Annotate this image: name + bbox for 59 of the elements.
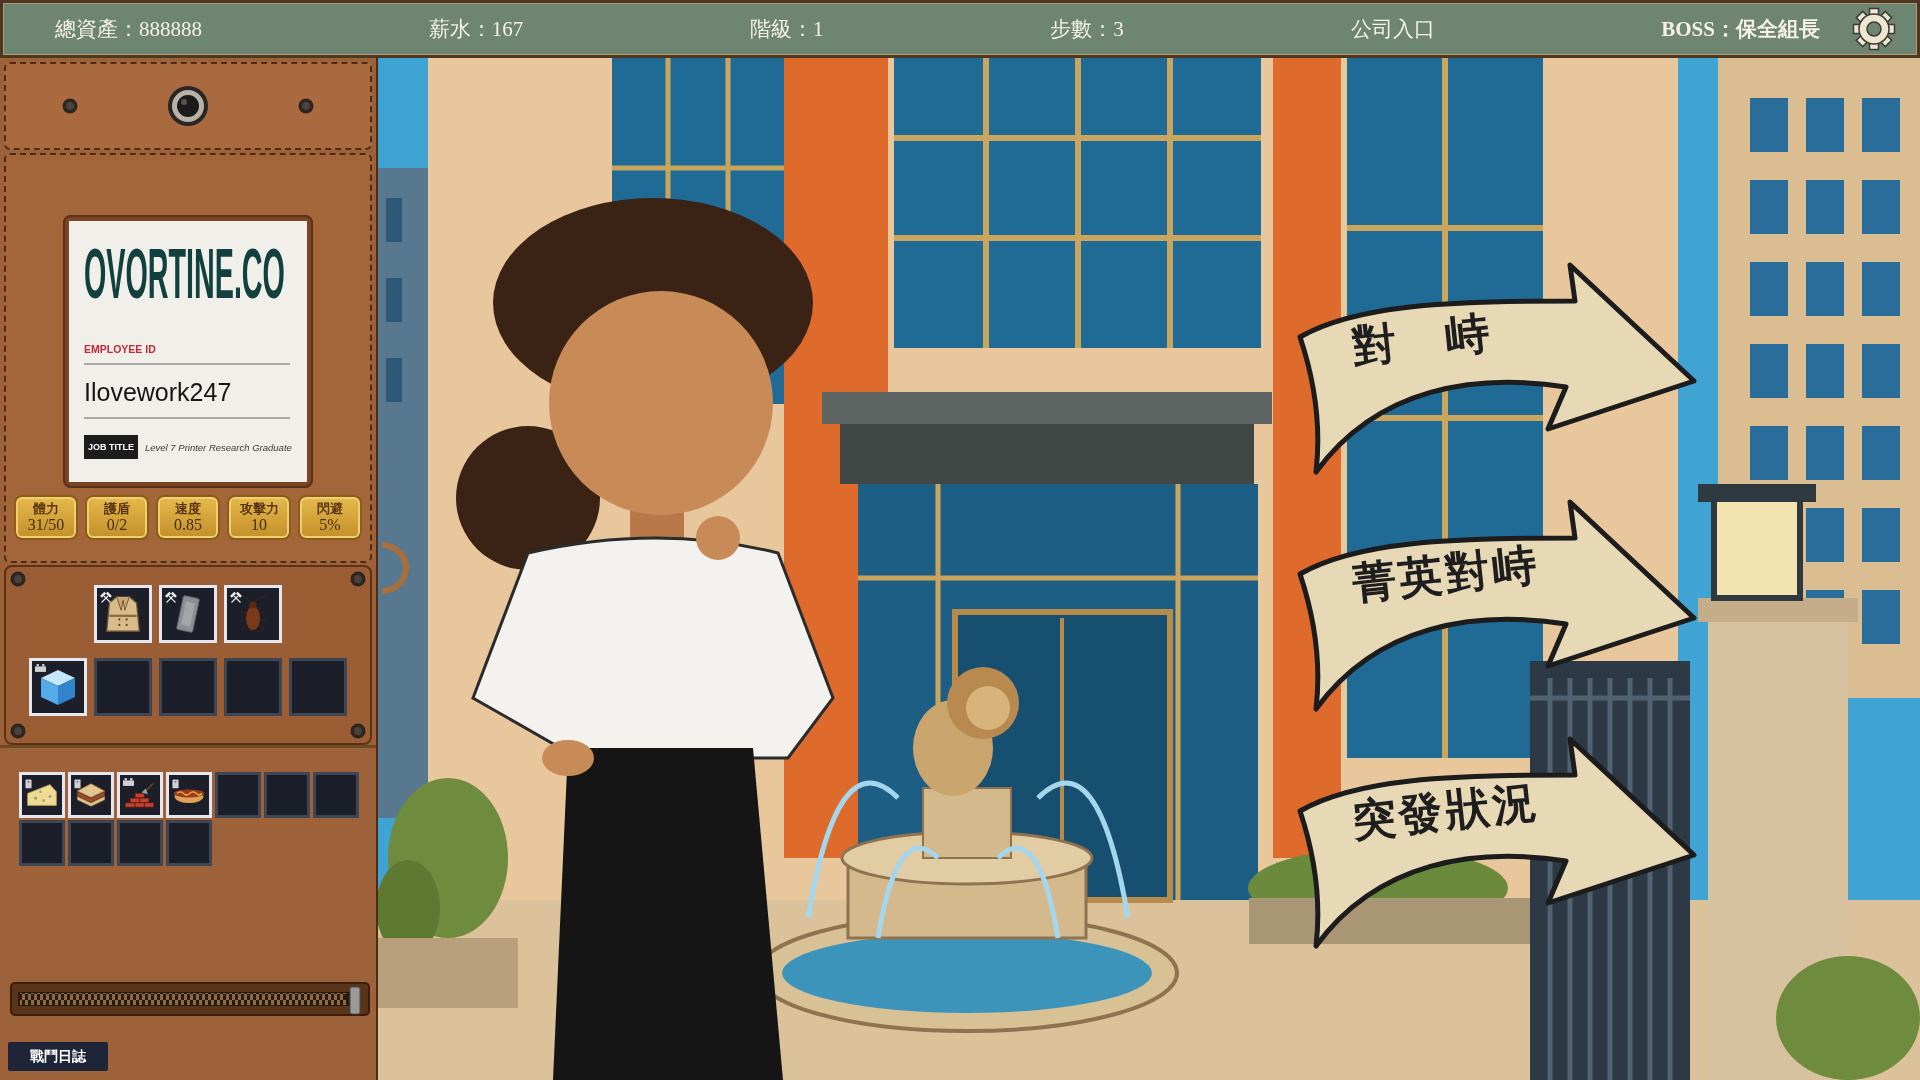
status-text: 階級：1 (750, 16, 824, 42)
item-slot[interactable] (117, 772, 163, 818)
stat-label: 攻擊力 (239, 501, 279, 516)
camera-lens-icon (168, 86, 208, 126)
tag-icon (172, 778, 179, 789)
job-title: Level 7 Printer Research Graduate (145, 441, 292, 453)
choice-arrow-button[interactable]: 突發狀況 (1296, 735, 1698, 951)
screw-icon (350, 723, 366, 739)
battle-log-button[interactable]: 戰鬥日誌 (8, 1042, 108, 1071)
coat-icon (103, 594, 143, 634)
empty-slot[interactable] (264, 772, 310, 818)
tag-icon (74, 778, 81, 789)
item-slot[interactable] (29, 658, 87, 716)
screw-icon (10, 571, 26, 587)
sandwich-icon (75, 780, 107, 810)
item-slot[interactable] (94, 585, 152, 643)
item-slot[interactable] (159, 585, 217, 643)
ice-cube-icon (38, 667, 78, 707)
hammers-icon (230, 591, 242, 603)
item-slot[interactable] (19, 772, 65, 818)
status-text: 總資產：888888 (55, 16, 202, 42)
stat-value: 10 (251, 516, 267, 534)
hammers-icon (100, 591, 112, 603)
status-text: 公司入口 (1350, 16, 1435, 42)
employee-id: Ilovework247 (84, 378, 232, 406)
choice-arrow-button[interactable]: 菁英對峙 (1296, 498, 1698, 714)
stat-value: 5% (319, 516, 341, 534)
screw-icon (62, 98, 78, 114)
item-slot[interactable] (68, 772, 114, 818)
screw-icon (298, 98, 314, 114)
bricks-icon (124, 780, 156, 810)
hammers-icon (165, 591, 177, 603)
company-name: OVORTINE.CO (84, 245, 285, 303)
choice-arrow-button[interactable]: 對 峙 (1296, 261, 1698, 477)
screw-icon (10, 723, 26, 739)
stat-label: 閃避 (317, 501, 343, 516)
employee-id-label: EMPLOYEE ID (84, 343, 156, 356)
empty-slot[interactable] (159, 658, 217, 716)
empty-slot[interactable] (289, 658, 347, 716)
item-slot[interactable] (224, 585, 282, 643)
stat-label: 體力 (33, 501, 59, 516)
empty-slot[interactable] (224, 658, 282, 716)
empty-slot[interactable] (313, 772, 359, 818)
empty-slot[interactable] (94, 658, 152, 716)
stat-label: 護盾 (104, 501, 130, 516)
tag-icon (25, 778, 32, 789)
stat-value: 0.85 (174, 516, 202, 534)
status-text: BOSS：保全組長 (1661, 16, 1820, 42)
settings-icon[interactable] (1852, 7, 1896, 51)
stat-value: 0/2 (106, 516, 128, 534)
job-title-tag: JOB TITLE (84, 435, 138, 459)
stat-label: 速度 (175, 501, 201, 516)
battery-icon (35, 664, 46, 672)
status-text: 薪水：167 (428, 16, 524, 42)
screw-icon (350, 571, 366, 587)
stat-value: 31/50 (27, 516, 65, 534)
battery-icon (123, 778, 134, 786)
status-text: 步數：3 (1050, 16, 1124, 42)
item-slot[interactable] (166, 772, 212, 818)
